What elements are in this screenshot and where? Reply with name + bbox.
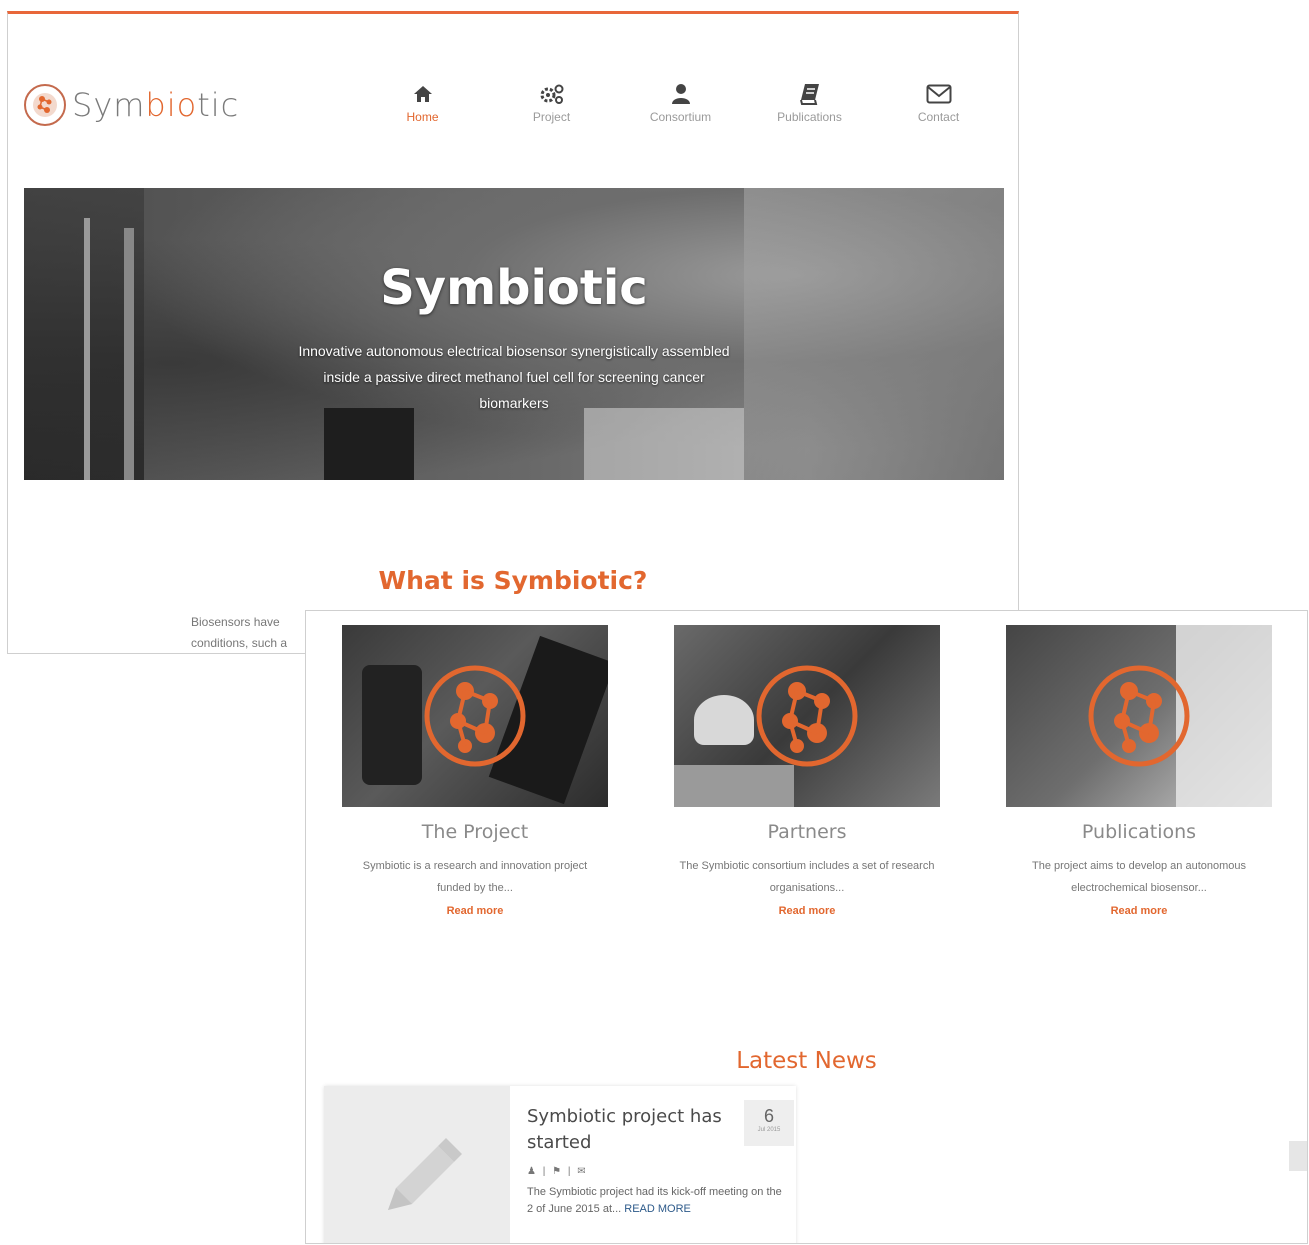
nav-item-label: Project	[532, 110, 571, 124]
user-icon	[616, 82, 745, 106]
read-more-link[interactable]: Read more	[1006, 905, 1272, 917]
hero-subtitle: Innovative autonomous electrical biosens…	[298, 343, 730, 411]
nav-item-label: Home	[406, 110, 439, 124]
nav-item-label: Publications	[777, 110, 842, 124]
author-icon[interactable]: ♟	[527, 1166, 538, 1177]
nav-item-label: Contact	[917, 110, 960, 124]
section-title-news: Latest News	[736, 1048, 877, 1074]
card-description: Symbiotic is a research and innovation p…	[362, 860, 588, 894]
read-more-link[interactable]: Read more	[342, 905, 608, 917]
nav-item-contact[interactable]: Contact	[874, 82, 1003, 124]
homepage-screenshot-bottom: The Project Symbiotic is a research and …	[305, 610, 1308, 1244]
site-logo[interactable]: Symbiotic	[24, 84, 239, 126]
card-image	[1006, 625, 1272, 807]
news-meta-icons: ♟ | ⚑ | ✉	[527, 1166, 588, 1177]
news-date-day: 6	[763, 1106, 774, 1126]
section-title-about: What is Symbiotic?	[378, 566, 648, 595]
card-publications: Publications The project aims to develop…	[1006, 625, 1272, 917]
logo-text: Symbiotic	[72, 86, 240, 124]
home-icon	[358, 82, 487, 106]
card-title: Publications	[1081, 821, 1197, 843]
hero-banner: Symbiotic Innovative autonomous electric…	[24, 188, 1004, 480]
gears-icon	[487, 82, 616, 106]
card-image	[342, 625, 608, 807]
read-more-link[interactable]: Read more	[674, 905, 940, 917]
nav-item-label: Consortium	[649, 110, 712, 124]
symbiotic-emblem-icon	[1088, 665, 1190, 767]
nav-item-consortium[interactable]: Consortium	[616, 82, 745, 124]
news-date-badge: 6 Jul 2015	[744, 1100, 794, 1146]
envelope-icon	[874, 82, 1003, 106]
card-project: The Project Symbiotic is a research and …	[342, 625, 608, 917]
homepage-screenshot-top: Symbiotic Home Project Consortium Public…	[7, 11, 1019, 654]
nav-item-publications[interactable]: Publications	[745, 82, 874, 124]
card-partners: Partners The Symbiotic consortium includ…	[674, 625, 940, 917]
news-title[interactable]: Symbiotic project has started	[527, 1104, 727, 1156]
news-date-month: Jul 2015	[757, 1127, 781, 1133]
news-thumbnail[interactable]	[324, 1086, 510, 1243]
card-title: Partners	[767, 821, 847, 843]
news-excerpt: The Symbiotic project had its kick-off m…	[527, 1186, 782, 1215]
card-description: The Symbiotic consortium includes a set …	[679, 860, 935, 894]
scroll-side-button[interactable]	[1289, 1141, 1307, 1171]
about-text: Biosensors have conditions, such a	[191, 615, 288, 650]
news-item: Symbiotic project has started 6 Jul 2015…	[324, 1086, 796, 1243]
card-title: The Project	[421, 821, 529, 843]
hero-title: Symbiotic	[380, 260, 648, 316]
news-read-more-link[interactable]: READ MORE	[624, 1203, 691, 1215]
pencil-icon	[388, 1138, 462, 1210]
nav-item-home[interactable]: Home	[358, 82, 487, 124]
main-nav: Home Project Consortium Publications Con…	[358, 82, 1003, 124]
book-icon	[745, 82, 874, 106]
comment-icon[interactable]: ✉	[577, 1166, 587, 1177]
category-icon[interactable]: ⚑	[552, 1166, 563, 1177]
symbiotic-emblem-icon	[756, 665, 858, 767]
card-description: The project aims to develop an autonomou…	[1031, 860, 1247, 894]
logo-emblem-icon	[24, 84, 66, 126]
card-image	[674, 625, 940, 807]
symbiotic-emblem-icon	[424, 665, 526, 767]
nav-item-project[interactable]: Project	[487, 82, 616, 124]
